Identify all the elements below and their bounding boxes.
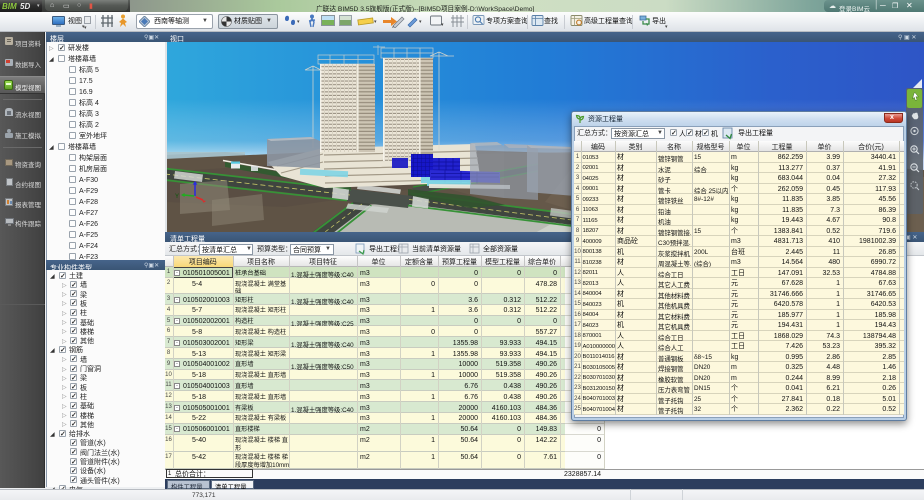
- svg-text:Y: Y: [175, 194, 179, 200]
